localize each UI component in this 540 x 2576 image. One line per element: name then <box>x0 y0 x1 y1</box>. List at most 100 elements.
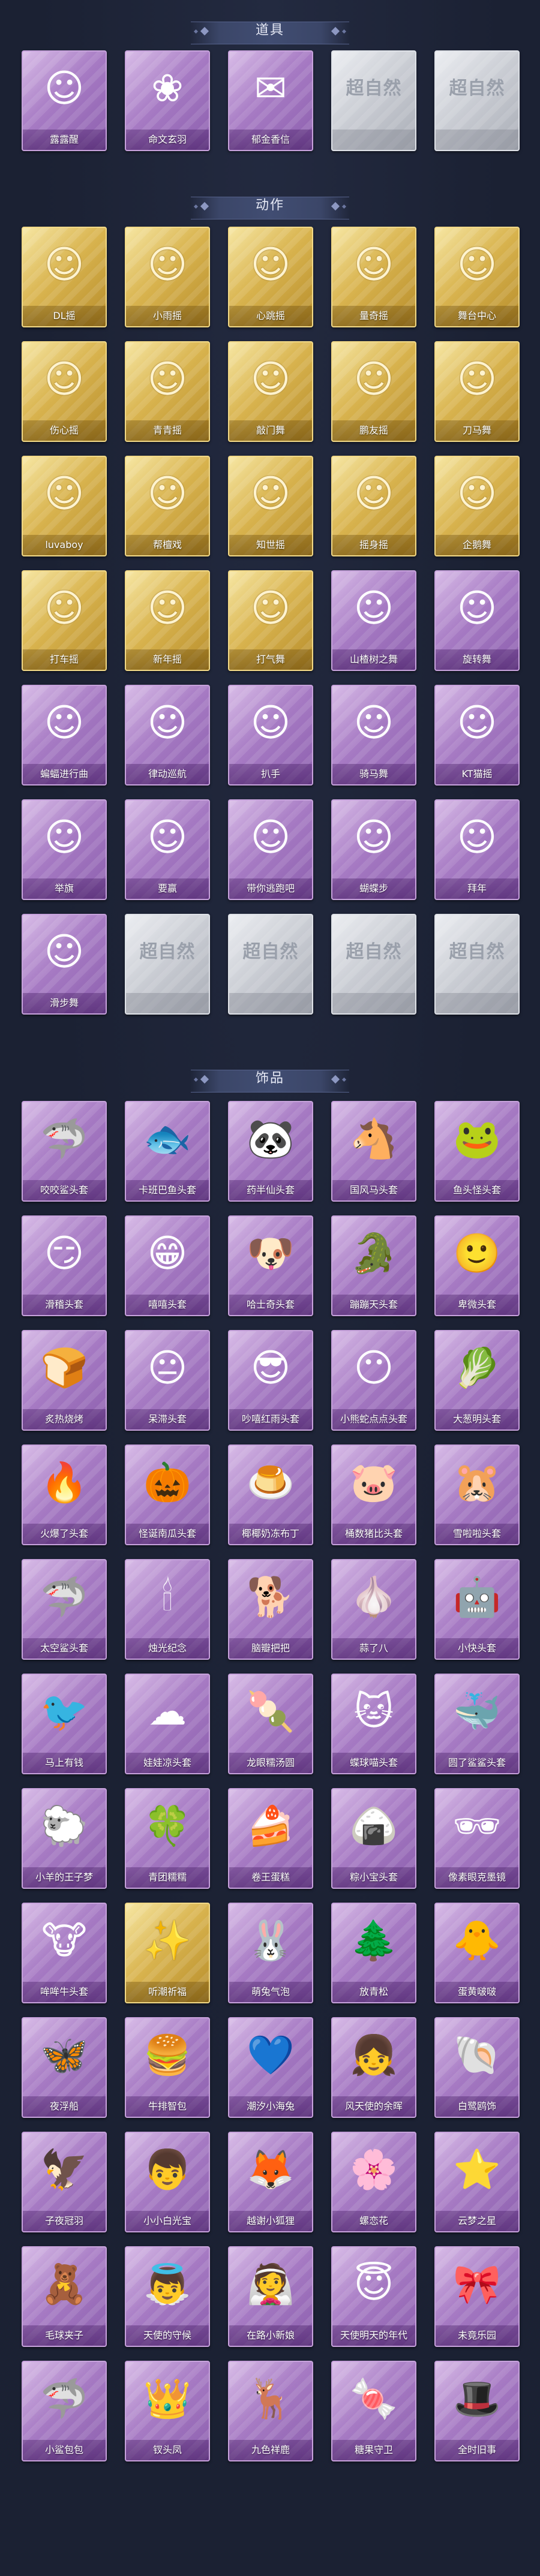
item-card[interactable]: ☺ 鹏友摇 <box>331 341 416 442</box>
item-card[interactable]: ☺ 旋转舞 <box>434 570 520 671</box>
item-card[interactable]: 🐸 鱼头怪头套 <box>434 1101 520 1202</box>
item-card[interactable]: 😁 嘻嘻头套 <box>125 1215 210 1316</box>
item-card[interactable]: 🐴 国风马头套 <box>331 1101 416 1202</box>
item-card[interactable]: ☺ 打气舞 <box>228 570 313 671</box>
item-card[interactable]: ☺ 伤心摇 <box>22 341 107 442</box>
item-card[interactable]: 🦋 夜浮船 <box>22 2017 107 2118</box>
item-card[interactable]: ☺ 露露醒 <box>22 50 107 151</box>
item-card[interactable]: ☺ 舞台中心 <box>434 227 520 327</box>
item-card[interactable]: ✉ 郁金香信 <box>228 50 313 151</box>
item-card[interactable]: 🕶 像素眼克墨镜 <box>434 1788 520 1889</box>
item-card[interactable]: 🐮 哞哞牛头套 <box>22 1903 107 2003</box>
item-card[interactable]: ☺ 刀马舞 <box>434 341 520 442</box>
item-card[interactable]: 🐥 蛋黄啵啵 <box>434 1903 520 2003</box>
item-card[interactable]: 🥬 大葱明头套 <box>434 1330 520 1431</box>
item-card[interactable]: 🍀 青团糯糯 <box>125 1788 210 1889</box>
item-card[interactable]: ☺ 蝙蝠进行曲 <box>22 685 107 786</box>
item-card[interactable]: 🦅 子夜冠羽 <box>22 2132 107 2232</box>
item-card[interactable]: ☺ 新年摇 <box>125 570 210 671</box>
item-card[interactable]: 超自然 <box>331 914 416 1015</box>
item-card[interactable]: ☺ 量奇摇 <box>331 227 416 327</box>
item-card[interactable]: 😏 滑稽头套 <box>22 1215 107 1316</box>
item-card[interactable]: 🦈 咬咬鲨头套 <box>22 1101 107 1202</box>
item-card[interactable]: 🙂 卑微头套 <box>434 1215 520 1316</box>
item-card[interactable]: 🐷 桶数猪比头套 <box>331 1445 416 1545</box>
item-card[interactable]: 😎 吵嘻红雨头套 <box>228 1330 313 1431</box>
item-card[interactable]: 🐟 卡班巴鱼头套 <box>125 1101 210 1202</box>
item-card[interactable]: 🐳 圆了鲨鲨头套 <box>434 1674 520 1774</box>
item-card[interactable]: 🍰 卷王蛋糕 <box>228 1788 313 1889</box>
item-card[interactable]: ☺ 敲门舞 <box>228 341 313 442</box>
item-card[interactable]: 超自然 <box>228 914 313 1015</box>
item-card[interactable]: ☺ 打车摇 <box>22 570 107 671</box>
item-card[interactable]: ⭐ 云梦之星 <box>434 2132 520 2232</box>
item-card[interactable]: ☺ 律动巡航 <box>125 685 210 786</box>
item-card[interactable]: ☺ 扒手 <box>228 685 313 786</box>
item-card[interactable]: 🌸 螺恋花 <box>331 2132 416 2232</box>
item-card[interactable]: 🍮 椰椰奶冻布丁 <box>228 1445 313 1545</box>
item-card[interactable]: ✨ 听潮祈福 <box>125 1903 210 2003</box>
item-card[interactable]: 👑 钗头凤 <box>125 2361 210 2461</box>
item-card[interactable]: ☺ 带你逃跑吧 <box>228 799 313 900</box>
item-card[interactable]: 🍙 粽小宝头套 <box>331 1788 416 1889</box>
item-card[interactable]: ☺ 要赢 <box>125 799 210 900</box>
item-card[interactable]: 🍞 炙热烧烤 <box>22 1330 107 1431</box>
item-card[interactable]: 🎃 怪诞南瓜头套 <box>125 1445 210 1545</box>
item-card[interactable]: 🎩 全时旧事 <box>434 2361 520 2461</box>
item-card[interactable]: 🐕 脑瓣把把 <box>228 1559 313 1660</box>
item-card[interactable]: ☺ 摇身摇 <box>331 456 416 556</box>
item-card[interactable]: ☺ 举旗 <box>22 799 107 900</box>
item-card[interactable]: ☺ DL摇 <box>22 227 107 327</box>
item-card[interactable]: ☺ 青青摇 <box>125 341 210 442</box>
item-card[interactable]: ☺ 拜年 <box>434 799 520 900</box>
item-card[interactable]: ☺ 知世摇 <box>228 456 313 556</box>
item-card[interactable]: 👧 风天使的余晖 <box>331 2017 416 2118</box>
item-card[interactable]: 超自然 <box>331 50 416 151</box>
item-card[interactable]: 🦊 越谢小狐狸 <box>228 2132 313 2232</box>
item-card[interactable]: ☺ 滑步舞 <box>22 914 107 1015</box>
item-card[interactable]: ☺ 蝴蝶步 <box>331 799 416 900</box>
item-card[interactable]: 🐑 小羊的王子梦 <box>22 1788 107 1889</box>
item-card[interactable]: 🧄 蒜了八 <box>331 1559 416 1660</box>
item-card[interactable]: 😶 小熊蛇点点头套 <box>331 1330 416 1431</box>
item-card[interactable]: ☺ 帮檀戏 <box>125 456 210 556</box>
item-card[interactable]: 🤖 小快头套 <box>434 1559 520 1660</box>
item-card[interactable]: ☺ 骑马舞 <box>331 685 416 786</box>
item-card[interactable]: 🕯 烛光纪念 <box>125 1559 210 1660</box>
item-card[interactable]: 超自然 <box>434 50 520 151</box>
item-card[interactable]: 🐰 萌兔气泡 <box>228 1903 313 2003</box>
item-card[interactable]: ☺ 心跳摇 <box>228 227 313 327</box>
item-card[interactable]: ☺ 企鹅舞 <box>434 456 520 556</box>
item-card[interactable]: ☺ 小雨摇 <box>125 227 210 327</box>
item-card[interactable]: 🌲 放青松 <box>331 1903 416 2003</box>
item-card[interactable]: 🐊 蹦蹦天头套 <box>331 1215 416 1316</box>
item-card[interactable]: 🔥 火爆了头套 <box>22 1445 107 1545</box>
item-card[interactable]: 🐦 马上有钱 <box>22 1674 107 1774</box>
item-card[interactable]: 💙 潮汐小海兔 <box>228 2017 313 2118</box>
item-card[interactable]: 🦌 九色祥鹿 <box>228 2361 313 2461</box>
item-card[interactable]: 🍬 糖果守卫 <box>331 2361 416 2461</box>
item-card[interactable]: 🐼 药半仙头套 <box>228 1101 313 1202</box>
item-card[interactable]: 🎀 未竟乐园 <box>434 2246 520 2347</box>
item-card[interactable]: 🐱 蝶球喵头套 <box>331 1674 416 1774</box>
item-card[interactable]: 🦈 小鲨包包 <box>22 2361 107 2461</box>
item-card[interactable]: 👰 在路小新娘 <box>228 2246 313 2347</box>
item-card[interactable]: 🐹 雪啦啦头套 <box>434 1445 520 1545</box>
item-card[interactable]: 🦈 太空鲨头套 <box>22 1559 107 1660</box>
item-card[interactable]: 👦 小小白光宝 <box>125 2132 210 2232</box>
item-card[interactable]: 🐶 哈士奇头套 <box>228 1215 313 1316</box>
item-card[interactable]: 😐 呆滞头套 <box>125 1330 210 1431</box>
item-card[interactable]: 超自然 <box>125 914 210 1015</box>
item-card[interactable]: ☺ KT猫摇 <box>434 685 520 786</box>
item-card[interactable]: ☺ 山楂树之舞 <box>331 570 416 671</box>
item-card[interactable]: 👼 天使的守候 <box>125 2246 210 2347</box>
item-card[interactable]: 🐚 白鹭鸥饰 <box>434 2017 520 2118</box>
item-card[interactable]: 超自然 <box>434 914 520 1015</box>
item-card[interactable]: 🧸 毛球夹子 <box>22 2246 107 2347</box>
item-card[interactable]: ☺ luvaboy <box>22 456 107 556</box>
item-card[interactable]: ☁ 娃娃凉头套 <box>125 1674 210 1774</box>
item-card[interactable]: ❀ 命文玄羽 <box>125 50 210 151</box>
item-card[interactable]: 🍡 龙眼糯汤圆 <box>228 1674 313 1774</box>
item-card[interactable]: 😇 天使明天的年代 <box>331 2246 416 2347</box>
item-card[interactable]: 🍔 牛排智包 <box>125 2017 210 2118</box>
